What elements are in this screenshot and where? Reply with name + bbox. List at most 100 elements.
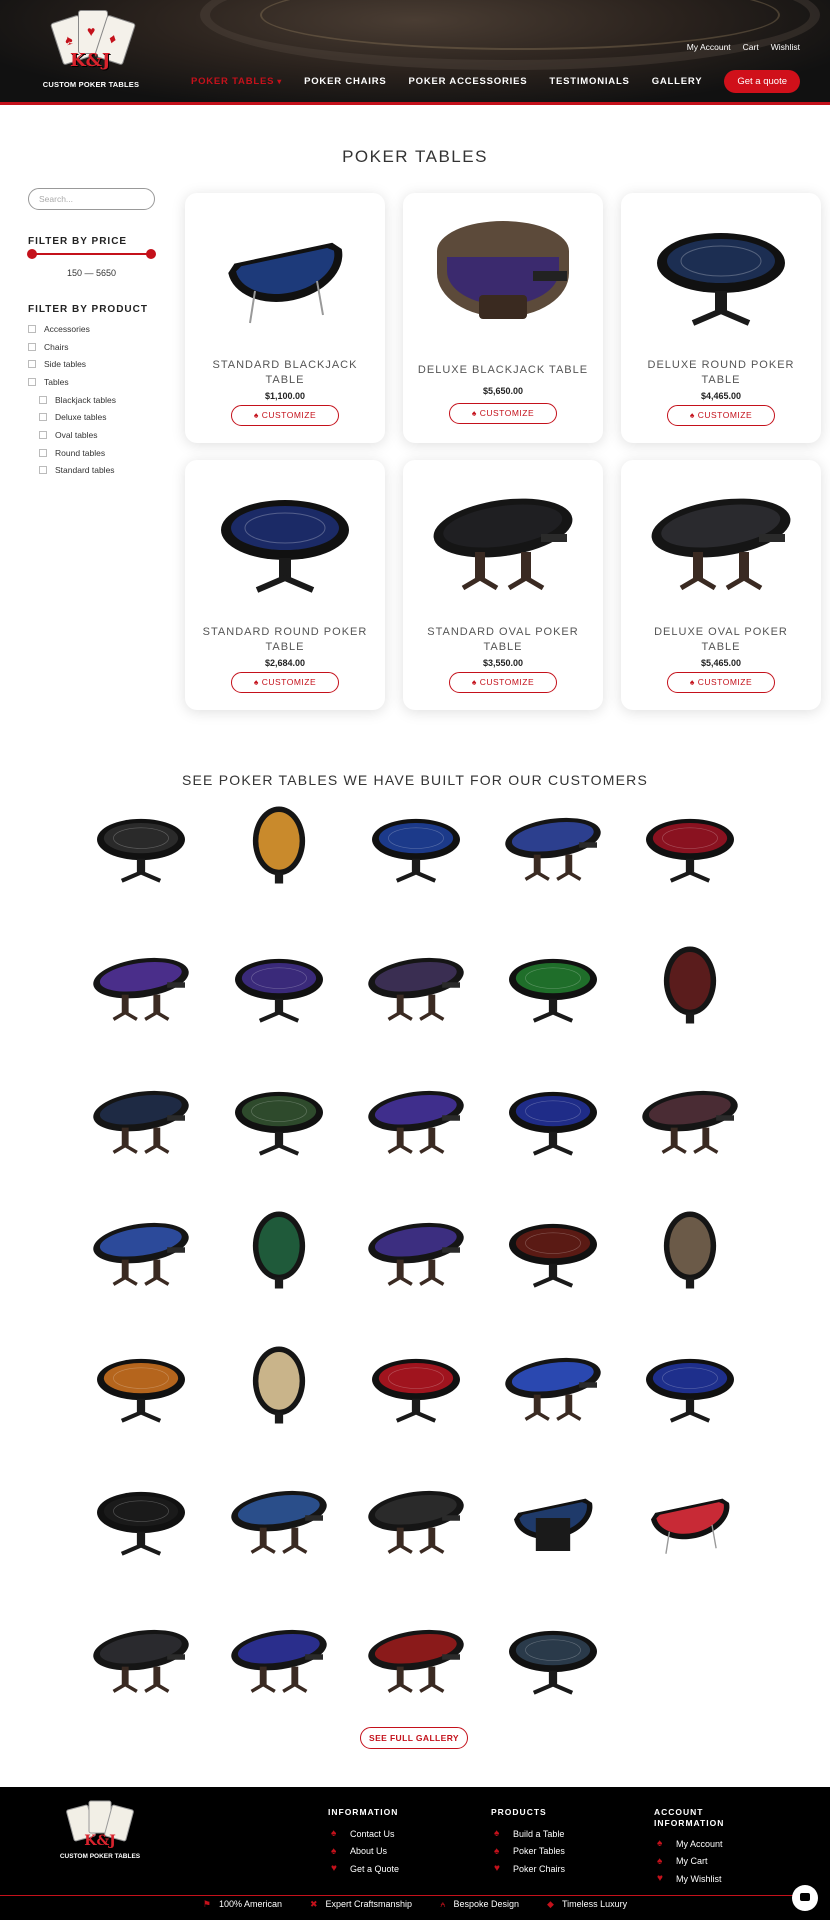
product-name[interactable]: DELUXE ROUND POKER TABLE — [631, 358, 811, 388]
see-full-gallery-button[interactable]: SEE FULL GALLERY — [360, 1727, 468, 1749]
checkbox-icon[interactable] — [28, 377, 36, 386]
product-name[interactable]: DELUXE BLACKJACK TABLE — [413, 363, 593, 378]
gallery-item[interactable] — [361, 1205, 471, 1295]
chat-widget-button[interactable] — [792, 1885, 818, 1911]
filter-item[interactable]: Deluxe tables — [28, 408, 116, 426]
filter-item[interactable]: Tables — [28, 373, 116, 391]
gallery-item[interactable] — [361, 940, 471, 1030]
price-slider[interactable] — [27, 249, 156, 259]
checkbox-icon[interactable] — [39, 466, 47, 475]
gallery-item[interactable] — [361, 1612, 471, 1702]
footer-link-poker-chairs[interactable]: ♥ Poker Chairs — [494, 1860, 565, 1878]
footer-link-build-a-table[interactable]: ♠ Build a Table — [494, 1825, 565, 1843]
gallery-item[interactable] — [86, 800, 196, 890]
filter-item[interactable]: Side tables — [28, 355, 116, 373]
gallery-item[interactable] — [86, 940, 196, 1030]
nav-gallery[interactable]: GALLERY — [652, 76, 703, 87]
gallery-item[interactable] — [635, 940, 745, 1030]
gallery-item[interactable] — [224, 1473, 334, 1563]
my-account-link[interactable]: My Account — [687, 42, 731, 52]
gallery-item[interactable] — [635, 1205, 745, 1295]
gallery-item[interactable] — [635, 800, 745, 890]
gallery-item[interactable] — [498, 800, 608, 890]
footer-link-about-us[interactable]: ♠ About Us — [331, 1843, 399, 1861]
gallery-item[interactable] — [86, 1340, 196, 1430]
wishlist-link[interactable]: Wishlist — [771, 42, 800, 52]
checkbox-icon[interactable] — [39, 448, 47, 457]
checkbox-icon[interactable] — [39, 395, 47, 404]
gallery-item[interactable] — [224, 1340, 334, 1430]
site-logo[interactable]: ♠ ♥ ♦ K&J CUSTOM POKER TABLES — [38, 8, 144, 92]
filter-item[interactable]: Oval tables — [28, 426, 116, 444]
product-name[interactable]: STANDARD BLACKJACK TABLE — [195, 358, 375, 388]
gallery-item[interactable] — [86, 1205, 196, 1295]
footer-link-my-account[interactable]: ♠ My Account — [657, 1835, 724, 1853]
gallery-item[interactable] — [224, 1073, 334, 1163]
product-card[interactable]: DELUXE OVAL POKER TABLE $5,465.00 ♠ CUSTOMI… — [621, 460, 821, 710]
gallery-item[interactable] — [361, 1340, 471, 1430]
footer-link-get-a-quote[interactable]: ♥ Get a Quote — [331, 1860, 399, 1878]
price-slider-max-handle[interactable] — [146, 249, 156, 259]
gallery-item[interactable] — [361, 1473, 471, 1563]
product-name[interactable]: DELUXE OVAL POKER TABLE — [631, 625, 811, 655]
footer-link-contact-us[interactable]: ♠ Contact Us — [331, 1825, 399, 1843]
price-slider-min-handle[interactable] — [27, 249, 37, 259]
product-image[interactable] — [205, 478, 365, 598]
gallery-item[interactable] — [498, 1073, 608, 1163]
footer-link-poker-tables[interactable]: ♠ Poker Tables — [494, 1843, 565, 1861]
footer-link-my-wishlist[interactable]: ♥ My Wishlist — [657, 1870, 724, 1888]
customize-button[interactable]: ♠ CUSTOMIZE — [449, 672, 557, 693]
checkbox-icon[interactable] — [28, 324, 36, 333]
product-card[interactable]: STANDARD BLACKJACK TABLE $1,100.00 ♠ CUSTOM… — [185, 193, 385, 443]
gallery-item[interactable] — [86, 1612, 196, 1702]
search-input[interactable]: Search... — [28, 188, 155, 210]
product-card[interactable]: DELUXE ROUND POKER TABLE $4,465.00 ♠ CUSTOM… — [621, 193, 821, 443]
gallery-item[interactable] — [498, 940, 608, 1030]
cart-link[interactable]: Cart — [743, 42, 759, 52]
product-card[interactable]: DELUXE BLACKJACK TABLE $5,650.00 ♠ CUSTOMI… — [403, 193, 603, 443]
gallery-item[interactable] — [498, 1340, 608, 1430]
gallery-item[interactable] — [224, 1612, 334, 1702]
customize-button[interactable]: ♠ CUSTOMIZE — [667, 672, 775, 693]
get-a-quote-button[interactable]: Get a quote — [724, 70, 800, 93]
product-image[interactable] — [641, 478, 801, 598]
product-card[interactable]: STANDARD OVAL POKER TABLE $3,550.00 ♠ CUSTO… — [403, 460, 603, 710]
checkbox-icon[interactable] — [39, 430, 47, 439]
product-name[interactable]: STANDARD ROUND POKER TABLE — [195, 625, 375, 655]
checkbox-icon[interactable] — [39, 413, 47, 422]
gallery-item[interactable] — [86, 1473, 196, 1563]
nav-poker-chairs[interactable]: POKER CHAIRS — [304, 76, 386, 87]
customize-button[interactable]: ♠ CUSTOMIZE — [667, 405, 775, 426]
filter-item[interactable]: Chairs — [28, 338, 116, 356]
customize-button[interactable]: ♠ CUSTOMIZE — [231, 405, 339, 426]
gallery-item[interactable] — [498, 1205, 608, 1295]
gallery-item[interactable] — [635, 1473, 745, 1563]
nav-poker-accessories[interactable]: POKER ACCESSORIES — [409, 76, 528, 87]
filter-item[interactable]: Accessories — [28, 320, 116, 338]
gallery-item[interactable] — [361, 800, 471, 890]
product-image[interactable] — [423, 478, 583, 598]
filter-item[interactable]: Round tables — [28, 444, 116, 462]
customize-button[interactable]: ♠ CUSTOMIZE — [231, 672, 339, 693]
checkbox-icon[interactable] — [28, 360, 36, 369]
product-card[interactable]: STANDARD ROUND POKER TABLE $2,684.00 ♠ CUST… — [185, 460, 385, 710]
gallery-item[interactable] — [224, 940, 334, 1030]
product-image[interactable] — [641, 211, 801, 331]
checkbox-icon[interactable] — [28, 342, 36, 351]
gallery-item[interactable] — [86, 1073, 196, 1163]
gallery-item[interactable] — [498, 1473, 608, 1563]
nav-poker-tables[interactable]: POKER TABLES ▾ — [191, 76, 282, 87]
product-name[interactable]: STANDARD OVAL POKER TABLE — [413, 625, 593, 655]
gallery-item[interactable] — [498, 1612, 608, 1702]
gallery-item[interactable] — [635, 1073, 745, 1163]
footer-logo[interactable]: K&J CUSTOM POKER TABLES — [60, 1799, 140, 1865]
product-image[interactable] — [205, 211, 365, 331]
customize-button[interactable]: ♠ CUSTOMIZE — [449, 403, 557, 424]
gallery-item[interactable] — [361, 1073, 471, 1163]
gallery-item[interactable] — [224, 800, 334, 890]
gallery-item[interactable] — [635, 1340, 745, 1430]
nav-testimonials[interactable]: TESTIMONIALS — [549, 76, 629, 87]
filter-item[interactable]: Standard tables — [28, 462, 116, 480]
filter-item[interactable]: Blackjack tables — [28, 391, 116, 409]
product-image[interactable] — [423, 211, 583, 331]
